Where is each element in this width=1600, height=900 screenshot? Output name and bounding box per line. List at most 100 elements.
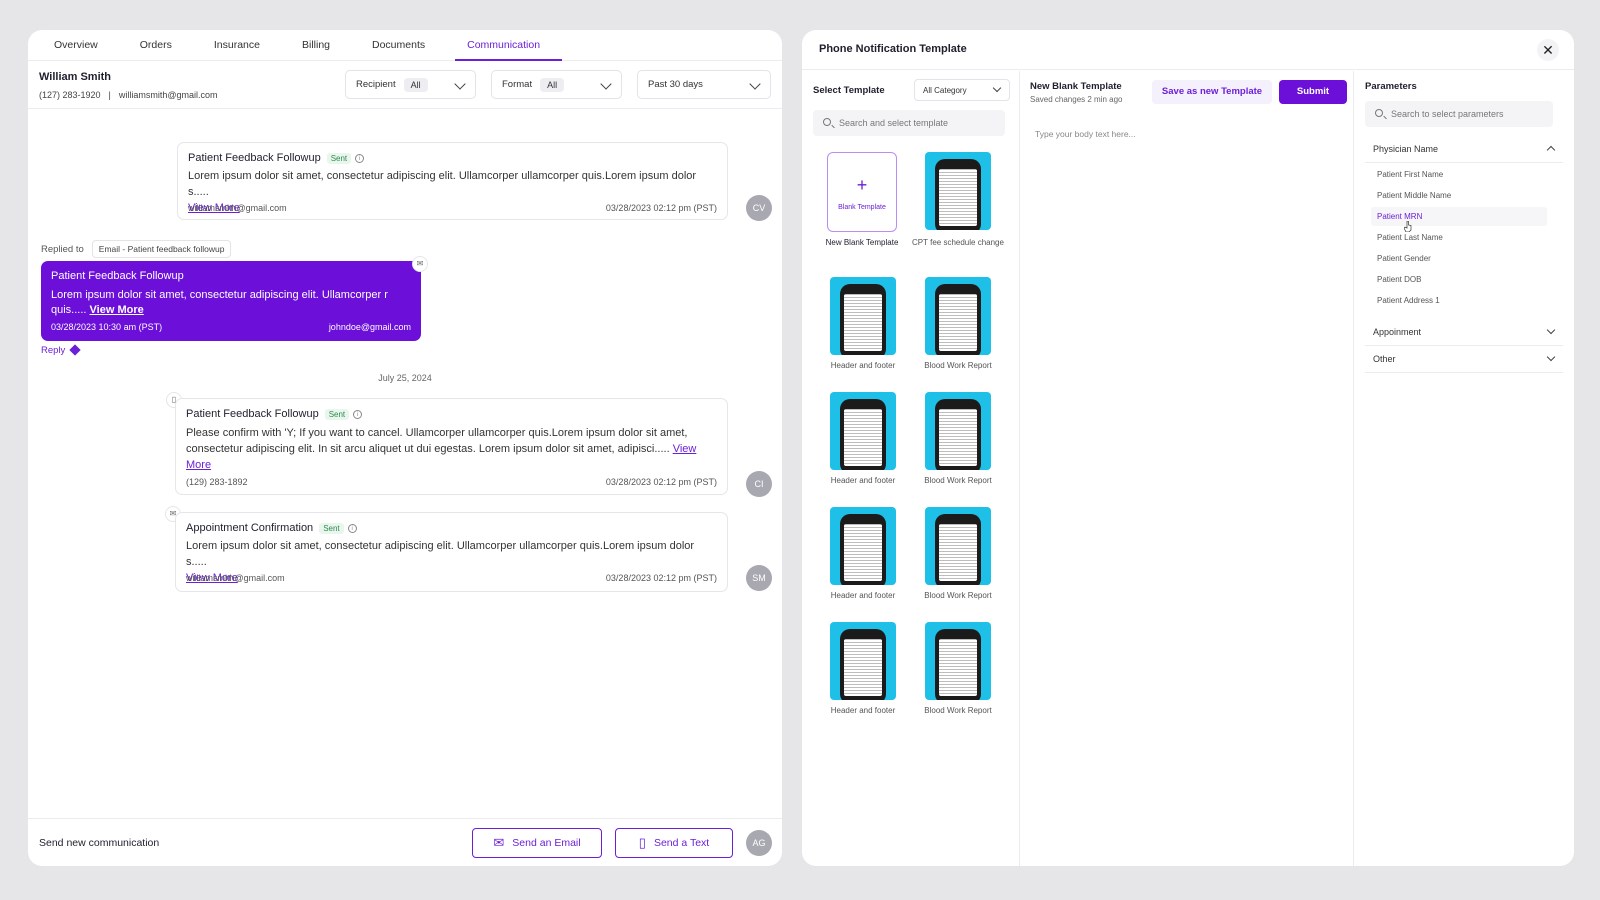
send-text-label: Send a Text [653, 837, 710, 849]
editor-title: New Blank Template [1030, 81, 1122, 92]
tab-communication[interactable]: Communication [455, 30, 563, 61]
incoming-message-date: 03/28/2023 10:30 am (PST) [51, 322, 163, 332]
contact-separator: | [108, 90, 111, 100]
message-card[interactable]: Patient Feedback Followup Sent i Lorem ips… [177, 142, 728, 220]
send-email-button[interactable]: ✉ Send an Email [472, 828, 602, 858]
format-filter[interactable]: Format All [491, 70, 622, 99]
replied-to: Replied to Email - Patient feedback follo… [41, 240, 232, 258]
template-search-placeholder: Search and select template [839, 118, 949, 128]
info-icon[interactable]: i [355, 153, 365, 163]
template-thumbnail[interactable] [830, 392, 896, 470]
recipient-label: Recipient [356, 79, 396, 90]
close-icon[interactable]: ✕ [1537, 39, 1559, 61]
template-search-input[interactable]: Search and select template [813, 110, 1005, 136]
chevron-down-icon [1546, 325, 1556, 335]
param-item[interactable]: Patient Gender [1371, 249, 1547, 268]
info-icon[interactable]: i [347, 523, 357, 533]
template-thumbnail[interactable] [830, 507, 896, 585]
editor-save-status: Saved changes 2 min ago [1030, 95, 1123, 104]
param-item-selected[interactable]: Patient MRN [1371, 207, 1547, 226]
category-dropdown[interactable]: All Category [914, 79, 1010, 101]
avatar: AG [746, 830, 772, 856]
tab-overview[interactable]: Overview [42, 30, 110, 60]
template-thumbnail[interactable] [925, 392, 991, 470]
date-range-filter[interactable]: Past 30 days [637, 70, 771, 99]
message-recipient: (129) 283-1892 [186, 477, 248, 487]
param-item[interactable]: Patient Middle Name [1371, 186, 1547, 205]
chevron-down-icon [600, 78, 612, 90]
select-template-label: Select Template [813, 85, 885, 96]
incoming-message-card[interactable]: Patient Feedback Followup Lorem ipsum do… [41, 261, 421, 341]
parameters-panel: Parameters Search to select parameters P… [1354, 71, 1574, 866]
param-item[interactable]: Patient First Name [1371, 165, 1547, 184]
tab-insurance[interactable]: Insurance [202, 30, 272, 60]
blank-tile-label: Blank Template [838, 204, 886, 211]
patient-header: William Smith (127) 283-1920 | williamsmit… [28, 61, 782, 109]
app-frame: Overview Orders Insurance Billing Docume… [0, 0, 1600, 900]
reply-button[interactable]: Reply [41, 344, 81, 357]
modal-header: Phone Notification Template ✕ [802, 30, 1574, 70]
param-group-label: Appoinment [1373, 327, 1422, 337]
message-recipient: williamsmith@gmail.com [188, 203, 287, 213]
search-icon [1375, 109, 1383, 117]
template-thumbnail[interactable] [830, 277, 896, 355]
param-group-appoinment[interactable]: Appoinment [1365, 320, 1563, 346]
info-icon[interactable]: i [353, 409, 363, 419]
template-name: New Blank Template [825, 238, 899, 247]
view-more-link[interactable]: View More [90, 304, 144, 316]
template-thumbnail[interactable] [925, 277, 991, 355]
template-thumbnail[interactable] [925, 507, 991, 585]
date-range-value: Past 30 days [648, 79, 703, 90]
email-icon: ✉ [412, 256, 428, 272]
param-item[interactable]: Patient Last Name [1371, 228, 1547, 247]
template-name: Blood Work Report [924, 361, 992, 370]
param-group-label: Other [1373, 354, 1396, 364]
param-group-physician-name[interactable]: Physician Name [1365, 137, 1563, 163]
tab-documents[interactable]: Documents [360, 30, 437, 60]
param-item[interactable]: Patient Address 1 [1371, 291, 1547, 310]
template-thumbnail[interactable] [830, 622, 896, 700]
submit-button[interactable]: Submit [1279, 80, 1347, 104]
compose-footer: Send new communication ✉ Send an Email ▯ S… [28, 818, 782, 866]
recipient-filter[interactable]: Recipient All [345, 70, 476, 99]
phone-screen [844, 524, 882, 581]
avatar: CV [746, 195, 772, 221]
message-title-text: Patient Feedback Followup [186, 408, 319, 420]
parameter-search-input[interactable]: Search to select parameters [1365, 101, 1553, 127]
replied-to-label: Replied to [41, 244, 84, 255]
message-timestamp: 03/28/2023 02:12 pm (PST) [605, 573, 717, 583]
phone-screen [939, 409, 977, 466]
status-badge: Sent [319, 522, 344, 534]
template-thumbnail[interactable] [925, 622, 991, 700]
send-text-button[interactable]: ▯ Send a Text [615, 828, 733, 858]
message-timestamp: 03/28/2023 02:12 pm (PST) [605, 477, 717, 487]
tab-billing[interactable]: Billing [290, 30, 342, 60]
param-item[interactable]: Patient DOB [1371, 270, 1547, 289]
body-text-input[interactable]: Type your body text here... [1035, 129, 1136, 139]
format-value: All [540, 77, 565, 92]
message-title: Patient Feedback Followup Sent i [188, 152, 365, 164]
recipient-value: All [403, 77, 428, 92]
template-name: Header and footer [830, 361, 896, 370]
replied-to-reference[interactable]: Email - Patient feedback followup [91, 240, 232, 258]
param-group-other[interactable]: Other [1365, 347, 1563, 373]
template-name: CPT fee schedule change [912, 238, 1004, 247]
tab-orders[interactable]: Orders [128, 30, 184, 60]
footer-label: Send new communication [39, 837, 160, 849]
param-group-label: Physician Name [1373, 144, 1439, 154]
message-card[interactable]: Appointment Confirmation Sent i Lorem ipsu… [175, 512, 728, 592]
message-title-text: Patient Feedback Followup [188, 152, 321, 164]
blank-template-tile[interactable]: + Blank Template [827, 152, 897, 232]
template-name: Blood Work Report [924, 706, 992, 715]
phone-screen [844, 294, 882, 351]
template-name: Header and footer [830, 706, 896, 715]
hand-cursor-icon [1404, 221, 1412, 232]
message-card[interactable]: Patient Feedback Followup Sent i Please co… [175, 398, 728, 495]
save-as-new-template-button[interactable]: Save as new Template [1152, 80, 1272, 104]
template-modal: Phone Notification Template ✕ Select Tem… [802, 30, 1574, 866]
chevron-down-icon [454, 78, 466, 90]
plus-icon: + [856, 175, 868, 195]
send-email-label: Send an Email [512, 837, 581, 849]
template-name: Blood Work Report [924, 476, 992, 485]
template-thumbnail[interactable] [925, 152, 991, 230]
